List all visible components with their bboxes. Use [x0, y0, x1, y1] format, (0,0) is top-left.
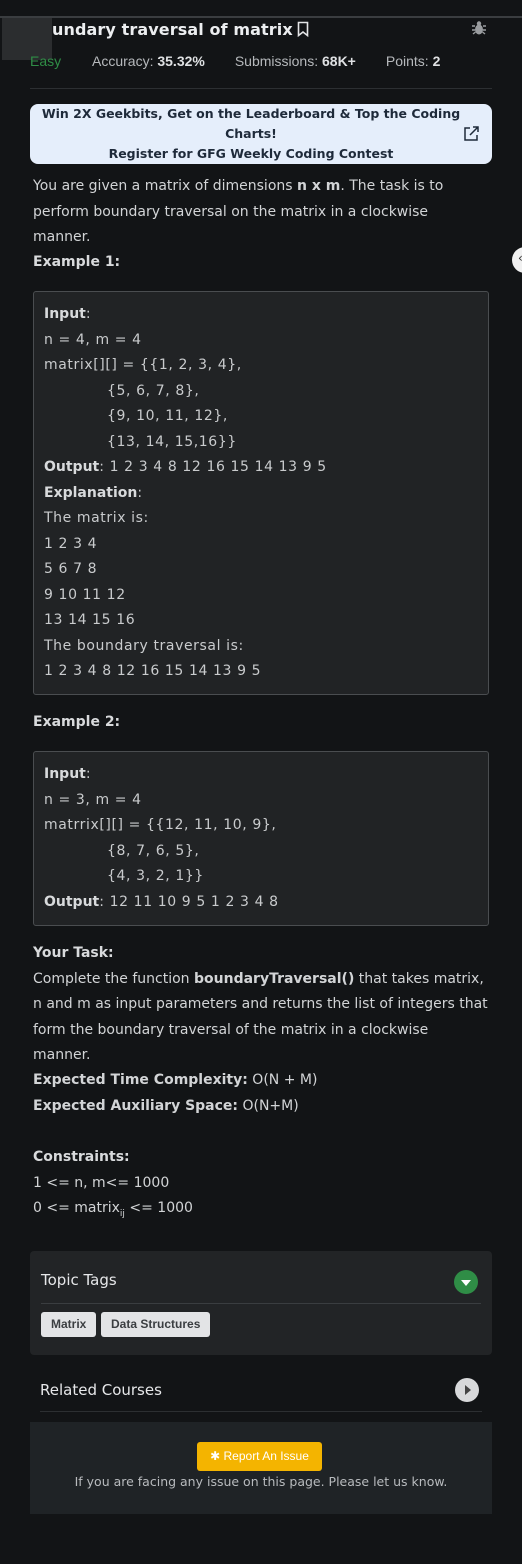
- constraints-section: Constraints: 1 <= n, m<= 1000 0 <= matri…: [33, 1145, 488, 1227]
- external-link-icon[interactable]: [462, 125, 480, 143]
- constraints-heading: Constraints:: [33, 1149, 130, 1165]
- task-heading: Your Task:: [33, 945, 114, 961]
- bug-icon[interactable]: [470, 19, 488, 37]
- title-row: undary traversal of matrix: [52, 16, 309, 42]
- example-1-heading: Example 1:: [33, 254, 121, 270]
- example-2-heading-wrap: Example 2:: [33, 710, 488, 736]
- submissions: Submissions: 68K+: [234, 53, 356, 69]
- topic-tags-toggle[interactable]: [454, 1270, 478, 1294]
- points: Points: 2: [385, 53, 441, 69]
- intro-text: You are given a matrix of dimensions n x…: [33, 178, 444, 245]
- header-divider: [30, 88, 492, 89]
- banner-line-1: Win 2X Geekbits, Get on the Leaderboard …: [41, 106, 461, 141]
- bookmark-icon[interactable]: [297, 21, 309, 37]
- chevron-down-icon: [461, 1280, 471, 1286]
- topic-tags-divider: [41, 1303, 481, 1304]
- related-divider: [40, 1411, 482, 1412]
- example-1-box: Input: n = 4, m = 4 matrix[][] = {{1, 2,…: [33, 291, 489, 695]
- topic-tags-panel: Topic Tags Matrix Data Structures: [30, 1251, 492, 1355]
- task-text: Complete the function boundaryTraversal(…: [33, 970, 488, 1064]
- collapse-icon: ‹: [518, 251, 522, 265]
- related-courses-title[interactable]: Related Courses: [40, 1381, 162, 1399]
- bug-icon: ✱: [210, 1449, 221, 1463]
- constraint-1: 1 <= n, m<= 1000: [33, 1174, 170, 1191]
- page-title: undary traversal of matrix: [52, 19, 293, 39]
- accuracy: Accuracy: 35.32%: [92, 53, 205, 69]
- chevron-right-icon: [465, 1385, 471, 1395]
- report-note: If you are facing any issue on this page…: [74, 1474, 448, 1489]
- contest-banner[interactable]: Win 2X Geekbits, Get on the Leaderboard …: [30, 104, 492, 164]
- example-1-heading-wrap: Example 1:: [33, 250, 488, 276]
- difficulty-badge: Easy: [30, 53, 62, 69]
- time-complexity: Expected Time Complexity: O(N + M): [33, 1072, 318, 1088]
- related-courses-toggle[interactable]: [455, 1378, 479, 1402]
- task-section: Your Task: Complete the function boundar…: [33, 941, 488, 1069]
- problem-meta: Easy Accuracy: 35.32% Submissions: 68K+ …: [30, 53, 470, 69]
- space-complexity: Expected Auxiliary Space: O(N+M): [33, 1097, 299, 1114]
- report-footer: ✱ Report An Issue If you are facing any …: [30, 1422, 492, 1514]
- collapse-panel-button[interactable]: ‹: [512, 247, 522, 273]
- topic-tags-title: Topic Tags: [41, 1271, 117, 1289]
- report-issue-button[interactable]: ✱ Report An Issue: [197, 1442, 322, 1471]
- complexity-section: Expected Time Complexity: O(N + M) Expec…: [33, 1068, 488, 1119]
- problem-description: You are given a matrix of dimensions n x…: [33, 174, 488, 251]
- constraint-2: 0 <= matrixij <= 1000: [33, 1200, 193, 1219]
- banner-line-2: Register for GFG Weekly Coding Contest: [108, 146, 394, 161]
- tag-matrix[interactable]: Matrix: [41, 1312, 97, 1337]
- example-2-heading: Example 2:: [33, 714, 121, 730]
- tag-data-structures[interactable]: Data Structures: [101, 1312, 211, 1337]
- example-2-box: Input: n = 3, m = 4 matrrix[][] = {{12, …: [33, 751, 489, 926]
